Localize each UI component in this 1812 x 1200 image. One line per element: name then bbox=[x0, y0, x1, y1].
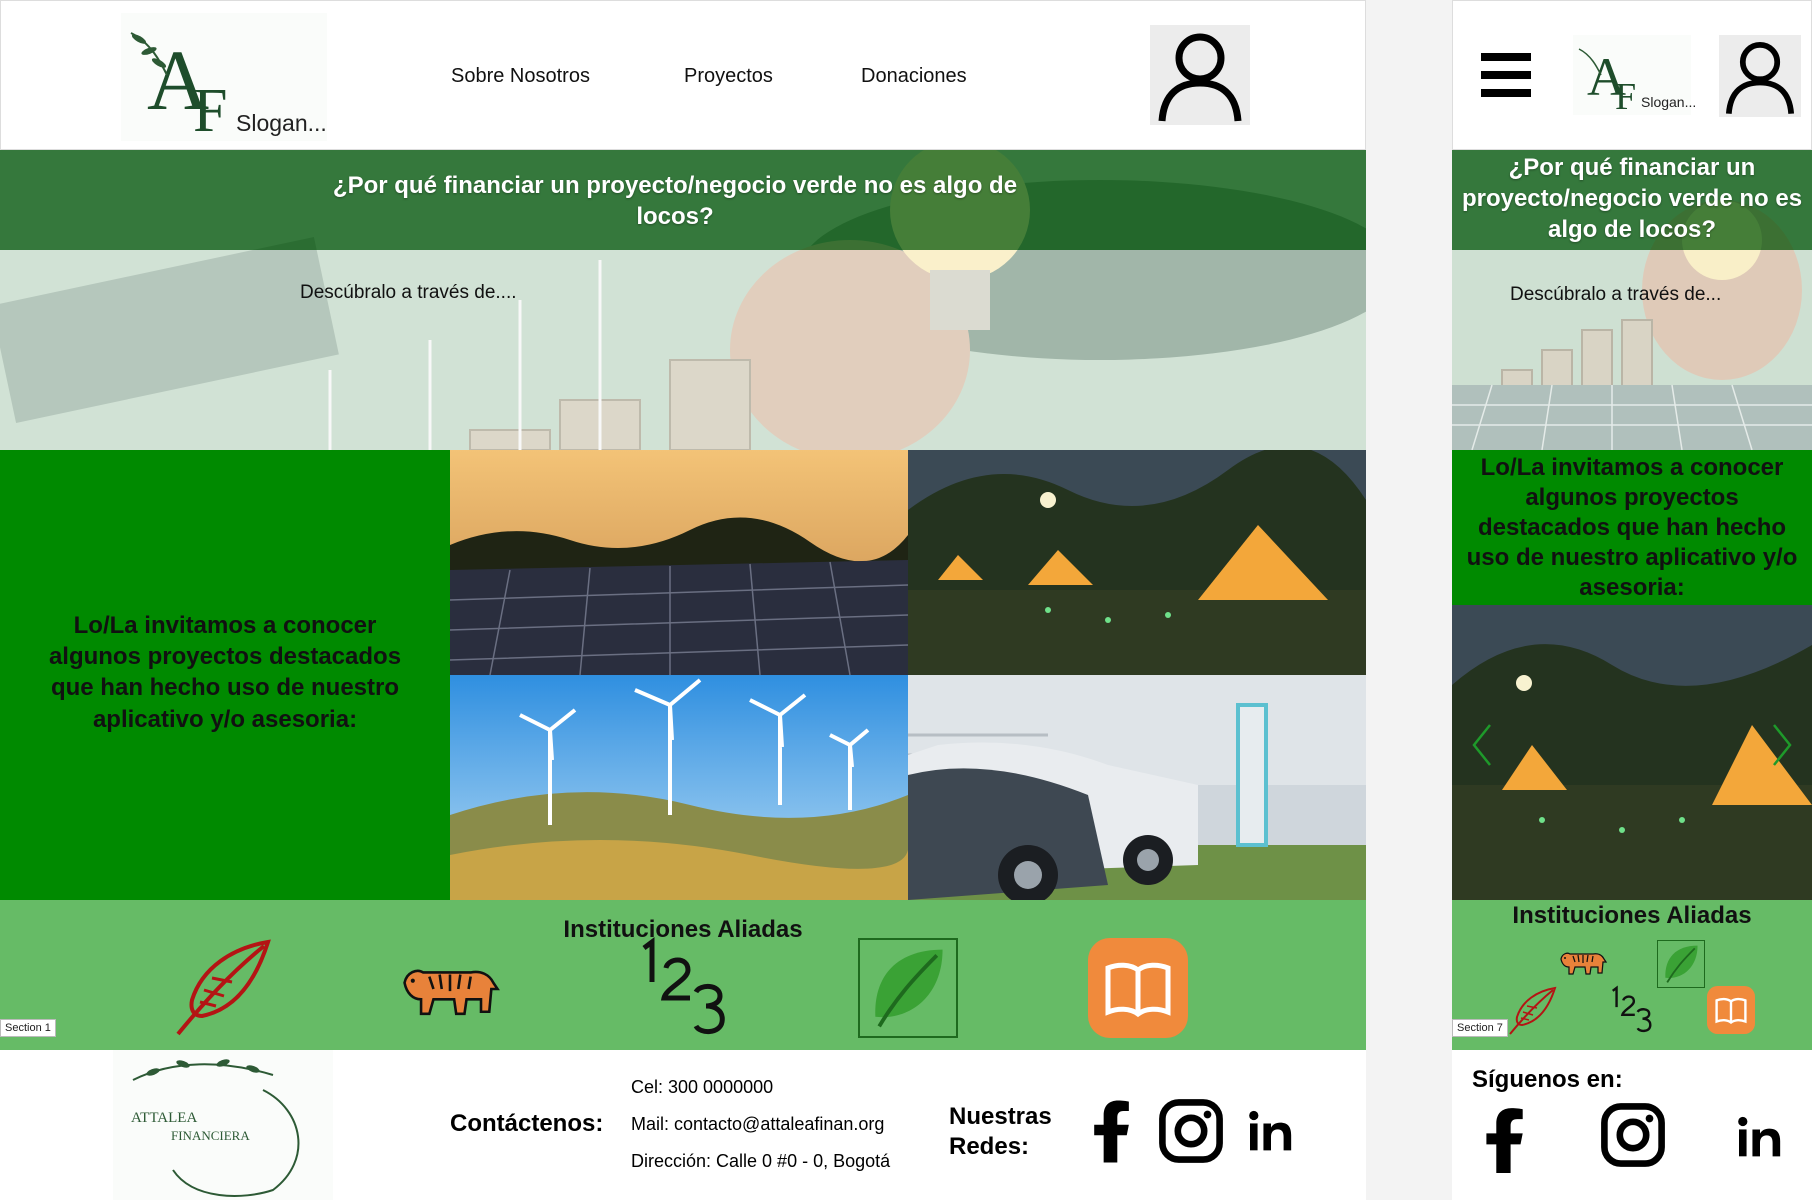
mobile-facebook-icon[interactable] bbox=[1482, 1104, 1526, 1176]
hero: ¿Por qué financiar un proyecto/negocio v… bbox=[0, 150, 1366, 450]
logo[interactable]: A F Slogan... bbox=[121, 13, 327, 141]
mobile-hero-title: ¿Por qué financiar un proyecto/negocio v… bbox=[1461, 154, 1803, 244]
svg-text:F: F bbox=[1615, 76, 1636, 115]
mobile-section-label: Section 7 bbox=[1452, 1019, 1508, 1037]
desktop-frame: A F Slogan... Sobre Nosotros Proyectos D… bbox=[0, 0, 1366, 1200]
mobile-allies-section: Instituciones Aliadas Section 7 bbox=[1452, 900, 1812, 1050]
mobile-logo[interactable]: A F Slogan... bbox=[1573, 35, 1696, 115]
leaf-icon[interactable] bbox=[858, 938, 958, 1038]
projects-intro-panel: Lo/La invitamos a conocer algunos proyec… bbox=[0, 450, 450, 900]
mobile-leaf-icon[interactable] bbox=[1657, 940, 1705, 988]
linkedin-icon[interactable] bbox=[1247, 1110, 1295, 1152]
header: A F Slogan... Sobre Nosotros Proyectos D… bbox=[0, 0, 1366, 150]
project-image-glamping[interactable] bbox=[908, 450, 1366, 675]
footer-brand-line2: FINANCIERA bbox=[171, 1128, 250, 1143]
project-image-wind[interactable] bbox=[450, 675, 908, 900]
mobile-hero-subtitle: Descúbralo a través de... bbox=[1510, 284, 1722, 305]
mobile-projects-title: Lo/La invitamos a conocer algunos proyec… bbox=[1466, 454, 1798, 601]
facebook-icon[interactable] bbox=[1090, 1096, 1132, 1166]
project-image-electric-cars[interactable] bbox=[908, 675, 1366, 900]
mobile-projects-intro-panel: Lo/La invitamos a conocer algunos proyec… bbox=[1452, 450, 1812, 605]
footer: ATTALEA FINANCIERA Contáctenos: Cel: 300… bbox=[0, 1050, 1366, 1200]
mobile-project-carousel[interactable] bbox=[1452, 605, 1812, 900]
contact-mail[interactable]: Mail: contacto@attaleafinan.org bbox=[631, 1114, 884, 1135]
mobile-tiger-icon[interactable] bbox=[1558, 946, 1608, 978]
mobile-allies-title: Instituciones Aliadas bbox=[1512, 902, 1752, 929]
contact-phone[interactable]: Cel: 300 0000000 bbox=[631, 1077, 773, 1098]
nav-donaciones[interactable]: Donaciones bbox=[861, 65, 967, 88]
contact-label: Contáctenos: bbox=[450, 1110, 604, 1137]
nav-sobre-nosotros[interactable]: Sobre Nosotros bbox=[451, 65, 590, 88]
mobile-book-icon[interactable] bbox=[1707, 986, 1755, 1034]
hero-title: ¿Por qué financiar un proyecto/negocio v… bbox=[332, 172, 1018, 231]
book-icon[interactable] bbox=[1088, 938, 1188, 1038]
mobile-instagram-icon[interactable] bbox=[1600, 1102, 1666, 1168]
tiger-icon[interactable] bbox=[398, 958, 502, 1020]
social-label: Nuestras Redes: bbox=[949, 1103, 1052, 1160]
mobile-hero: ¿Por qué financiar un proyecto/negocio v… bbox=[1452, 150, 1812, 450]
user-icon[interactable] bbox=[1150, 25, 1250, 125]
feather-icon[interactable] bbox=[170, 938, 274, 1038]
numbers-123-icon[interactable] bbox=[630, 936, 730, 1040]
mobile-linkedin-icon[interactable] bbox=[1736, 1116, 1784, 1158]
footer-brand-line1: ATTALEA bbox=[131, 1110, 197, 1126]
mobile-footer: Síguenos en: bbox=[1452, 1050, 1812, 1200]
project-image-solar[interactable] bbox=[450, 450, 908, 675]
mobile-user-icon[interactable] bbox=[1719, 35, 1801, 117]
footer-logo[interactable]: ATTALEA FINANCIERA bbox=[113, 1050, 333, 1200]
slogan: Slogan... bbox=[236, 110, 327, 136]
mobile-header: A F Slogan... bbox=[1452, 0, 1812, 150]
hamburger-menu-icon[interactable] bbox=[1481, 53, 1531, 97]
mobile-social-label: Síguenos en: bbox=[1472, 1066, 1623, 1093]
mobile-numbers-123-icon[interactable] bbox=[1606, 984, 1654, 1036]
mobile-frame: A F Slogan... ¿Por qué financiar un proy… bbox=[1452, 0, 1812, 1200]
svg-text:F: F bbox=[193, 77, 227, 141]
mobile-feather-icon[interactable] bbox=[1507, 985, 1557, 1037]
hero-subtitle: Descúbralo a través de.... bbox=[300, 282, 517, 303]
nav-proyectos[interactable]: Proyectos bbox=[684, 65, 773, 88]
mobile-slogan: Slogan... bbox=[1641, 94, 1697, 110]
section-label: Section 1 bbox=[0, 1019, 56, 1037]
projects-title: Lo/La invitamos a conocer algunos proyec… bbox=[48, 612, 402, 733]
instagram-icon[interactable] bbox=[1158, 1098, 1224, 1164]
allies-section: Instituciones Aliadas Section 1 bbox=[0, 900, 1366, 1050]
contact-address: Dirección: Calle 0 #0 - 0, Bogotá bbox=[631, 1151, 891, 1171]
